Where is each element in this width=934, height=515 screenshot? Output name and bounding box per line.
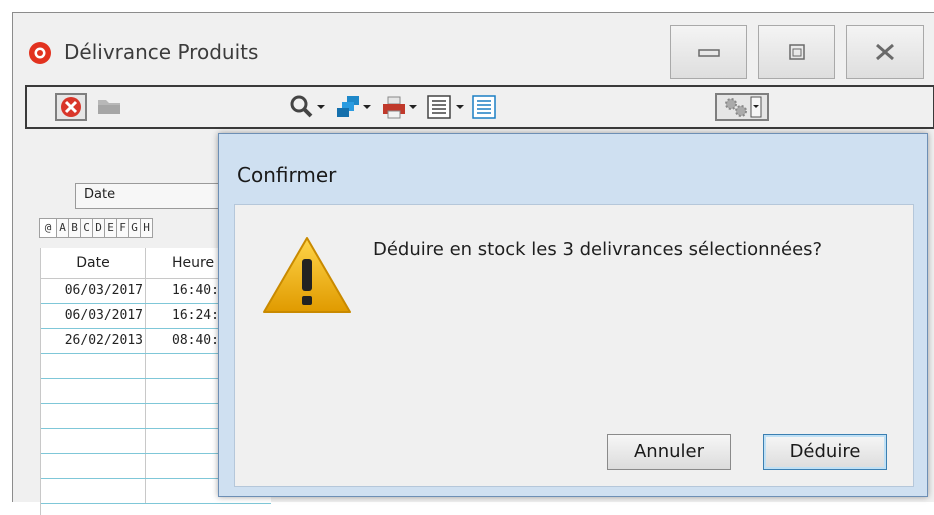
- confirm-dialog: Confirmer Déduire en stock les 3 delivra…: [218, 133, 928, 497]
- confirm-deduct-button[interactable]: Déduire: [763, 434, 887, 470]
- dialog-message: Déduire en stock les 3 delivrances sélec…: [373, 239, 823, 260]
- close-circle-icon: [61, 97, 81, 117]
- title-bar: Délivrance Produits: [13, 13, 934, 83]
- dialog-title: Confirmer: [237, 163, 337, 187]
- dialog-body: Déduire en stock les 3 delivrances sélec…: [234, 204, 914, 487]
- copy-icon: [337, 96, 371, 117]
- maximize-button[interactable]: [758, 25, 835, 79]
- alphabet-tabs: @ A B C D E F G H: [39, 218, 153, 238]
- cell-date: 06/03/2017: [41, 279, 146, 303]
- search-button[interactable]: [287, 93, 329, 121]
- list-icon: [472, 95, 496, 119]
- warning-icon: [263, 237, 351, 313]
- search-icon: [290, 95, 325, 118]
- cell-date: 06/03/2017: [41, 304, 146, 328]
- copy-button[interactable]: [333, 93, 375, 121]
- toolbar: [25, 85, 934, 129]
- cell-date: 26/02/2013: [41, 329, 146, 353]
- minimize-icon: [697, 49, 720, 57]
- settings-button[interactable]: [715, 93, 769, 121]
- close-button[interactable]: [846, 25, 924, 79]
- cancel-button[interactable]: Annuler: [607, 434, 731, 470]
- details-view-button[interactable]: [470, 93, 502, 121]
- gears-icon: [725, 96, 762, 118]
- print-icon: [383, 96, 417, 119]
- window-title: Délivrance Produits: [64, 40, 259, 64]
- close-record-button[interactable]: [55, 93, 87, 121]
- list-icon: [427, 95, 464, 119]
- tab-letter[interactable]: H: [140, 218, 153, 238]
- close-icon: [876, 43, 894, 61]
- list-view-button[interactable]: [425, 93, 469, 121]
- print-button[interactable]: [379, 93, 421, 121]
- maximize-icon: [788, 44, 805, 60]
- tab-letter[interactable]: @: [39, 218, 57, 238]
- app-logo-icon: [29, 42, 51, 64]
- minimize-button[interactable]: [670, 25, 747, 79]
- folder-icon: [98, 100, 120, 114]
- open-folder-button[interactable]: [95, 93, 127, 121]
- column-header-date[interactable]: Date: [41, 248, 146, 278]
- sort-field-value: Date: [84, 187, 116, 202]
